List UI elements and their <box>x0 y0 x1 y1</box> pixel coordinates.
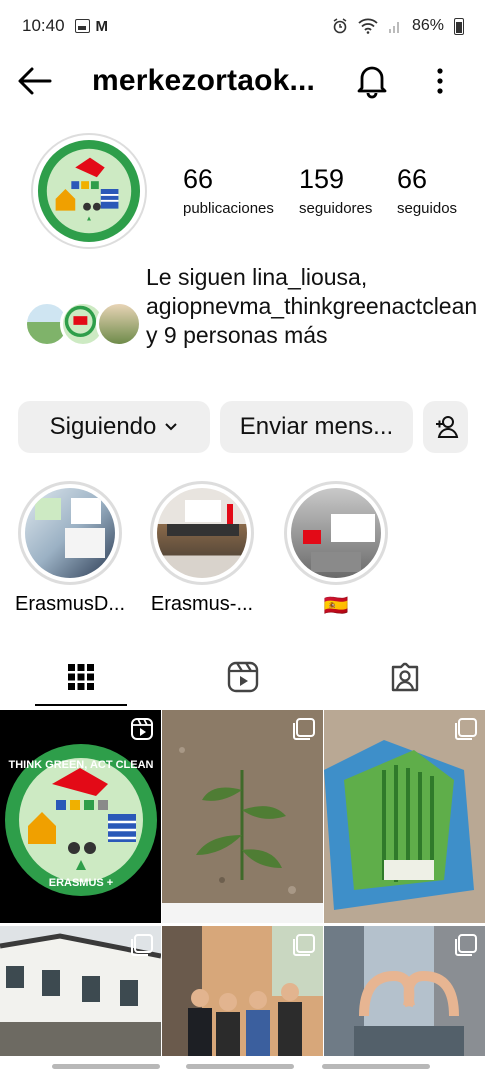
multiple-images-icon <box>131 934 153 956</box>
mail-icon: M <box>95 17 109 35</box>
post-1[interactable]: THINK GREEN, ACT CLEAN ERASMUS + <box>0 710 161 923</box>
stat-following-value: 66 <box>397 164 428 194</box>
highlight-2[interactable]: Erasmus-... <box>150 481 254 615</box>
post-5[interactable] <box>162 926 323 1056</box>
post-4[interactable] <box>0 926 161 1056</box>
erasmus-logo-post: THINK GREEN, ACT CLEAN ERASMUS + <box>5 744 157 896</box>
profile-username: merkezortaok... <box>92 64 316 97</box>
tab-grid[interactable] <box>0 648 162 706</box>
stat-following[interactable]: 66 seguidos <box>397 160 477 217</box>
profile-stats: 66 publicaciones 159 seguidores 66 segui… <box>183 160 477 217</box>
nav-bar-center[interactable] <box>186 1064 294 1069</box>
nav-bar-left <box>52 1064 160 1069</box>
highlight-1-label: ErasmusD... <box>14 593 126 615</box>
send-message-button[interactable]: Enviar mens... <box>220 401 413 453</box>
alarm-icon <box>333 18 347 34</box>
stat-followers[interactable]: 159 seguidores <box>299 160 397 217</box>
grid-icon <box>68 664 94 690</box>
highlight-2-label: Erasmus-... <box>150 593 254 615</box>
active-tab-indicator <box>35 704 127 706</box>
more-vertical-icon[interactable] <box>424 62 456 100</box>
highlight-1[interactable]: ErasmusD... <box>15 481 125 615</box>
following-label: Siguiendo <box>49 413 157 440</box>
tagged-person-icon <box>391 662 419 692</box>
stat-followers-label: seguidores <box>299 200 373 217</box>
multiple-images-icon <box>293 934 315 956</box>
reel-indicator-icon <box>131 718 153 740</box>
erasmus-logo <box>37 139 141 243</box>
highlight-3[interactable]: 🇪🇸 <box>284 481 388 617</box>
post-1-text-bottom: ERASMUS + <box>49 877 114 889</box>
add-person-button[interactable] <box>423 401 468 453</box>
status-time: 10:40 <box>22 16 65 35</box>
post-6[interactable] <box>324 926 485 1056</box>
highlight-3-label: 🇪🇸 <box>323 595 349 617</box>
post-3[interactable] <box>324 710 485 923</box>
signal-icon <box>388 22 399 33</box>
bell-icon[interactable] <box>352 60 392 100</box>
stat-followers-value: 159 <box>299 164 345 194</box>
stat-posts-label: publicaciones <box>183 200 274 217</box>
multiple-images-icon <box>455 934 477 956</box>
battery-percent: 86% <box>411 17 444 34</box>
wifi-icon <box>358 18 378 34</box>
multiple-images-icon <box>455 718 477 740</box>
status-bar: 10:40 M 86% <box>0 0 486 52</box>
profile-tabs <box>0 648 486 706</box>
reels-icon <box>227 661 259 693</box>
tab-tagged[interactable] <box>324 648 486 706</box>
follower-avatar-3 <box>96 301 142 347</box>
send-message-label: Enviar mens... <box>239 413 394 440</box>
stat-posts-value: 66 <box>183 164 214 194</box>
chevron-down-icon <box>165 423 178 431</box>
followed-by-text: Le siguen lina_liousa, agiopnevma_thinkg… <box>146 264 478 348</box>
stat-posts[interactable]: 66 publicaciones <box>183 160 299 217</box>
multiple-images-icon <box>293 718 315 740</box>
profile-avatar[interactable] <box>31 133 147 249</box>
add-person-icon <box>435 416 458 438</box>
gallery-icon <box>74 19 90 33</box>
profile-header: merkezortaok... <box>0 56 486 106</box>
nav-bar-right <box>322 1064 430 1069</box>
plant-photo <box>162 710 323 923</box>
following-button[interactable]: Siguiendo <box>18 401 210 453</box>
tab-reels[interactable] <box>162 648 324 706</box>
back-arrow-icon[interactable] <box>16 62 54 100</box>
post-2[interactable] <box>162 710 323 923</box>
vegetables-photo <box>324 710 485 923</box>
followed-by[interactable]: Le siguen lina_liousa, agiopnevma_thinkg… <box>24 263 478 383</box>
battery-icon <box>454 17 464 35</box>
stat-following-label: seguidos <box>397 200 458 217</box>
posts-grid: THINK GREEN, ACT CLEAN ERASMUS + <box>0 710 486 1056</box>
